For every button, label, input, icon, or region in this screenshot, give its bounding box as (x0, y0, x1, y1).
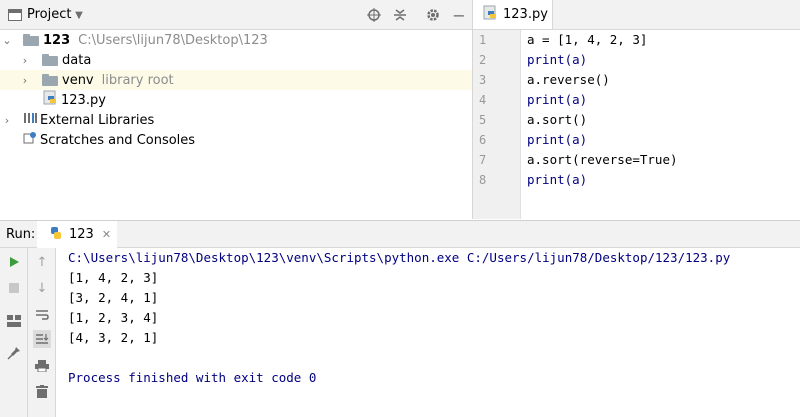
project-panel: Project ▼ − ⌄ 123 C:\Users\lijun78\Deskt… (0, 0, 472, 219)
soft-wrap-icon[interactable] (33, 306, 51, 324)
project-window-icon (6, 6, 24, 24)
tree-item-venv[interactable]: › venv library root (0, 70, 472, 90)
trash-icon[interactable] (33, 382, 51, 400)
tree-item-data[interactable]: › data (0, 50, 472, 70)
tree-item-label: External Libraries (40, 112, 155, 128)
console-output[interactable]: C:\Users\lijun78\Desktop\123\venv\Script… (57, 248, 800, 417)
tab-123-py[interactable]: 123.py (473, 0, 553, 29)
chevron-right-icon[interactable]: › (19, 54, 31, 67)
folder-icon (42, 54, 58, 66)
line-number: 1 (479, 33, 487, 47)
console-line: [4, 3, 2, 1] (68, 330, 159, 345)
run-toolbar-primary (0, 248, 28, 417)
editor: 123.py 1 2 3 4 5 6 7 8 a = [1, 4, 2, 3] … (473, 0, 800, 219)
console-line: [1, 2, 3, 4] (68, 310, 159, 325)
tree-item-123-py[interactable]: 123.py (0, 90, 472, 110)
line-number: 6 (479, 133, 487, 147)
run-header: Run: 123 ✕ (0, 220, 800, 248)
project-title[interactable]: Project (27, 7, 71, 22)
line-gutter: 1 2 3 4 5 6 7 8 (473, 30, 521, 219)
arrow-up-icon[interactable]: ↑ (33, 253, 51, 271)
code-line[interactable]: print(a) (527, 52, 587, 67)
run-toolbar-secondary: ↑ ↓ (28, 248, 56, 417)
collapse-all-icon[interactable] (391, 6, 409, 24)
line-number: 5 (479, 113, 487, 127)
stop-icon[interactable] (5, 279, 23, 297)
console-exit-message: Process finished with exit code 0 (68, 370, 317, 385)
project-toolbar: Project ▼ − (0, 0, 472, 30)
line-number: 2 (479, 53, 487, 67)
tree-item-label: 123 (43, 32, 71, 48)
run-tab-123[interactable]: 123 ✕ (37, 221, 117, 248)
tree-item-label: Scratches and Consoles (40, 132, 196, 148)
tree-item-label: data (62, 52, 92, 68)
tree-item-external-libraries[interactable]: › External Libraries (0, 110, 472, 130)
layout-icon[interactable] (5, 312, 23, 330)
chevron-right-icon[interactable]: › (19, 74, 31, 87)
run-tab-label: 123 (69, 227, 94, 242)
code-line[interactable]: a.sort() (527, 112, 587, 127)
scroll-to-end-icon[interactable] (33, 330, 51, 348)
tree-item-scratches[interactable]: Scratches and Consoles (0, 130, 472, 150)
libraries-icon (23, 112, 37, 128)
code-line[interactable]: print(a) (527, 92, 587, 107)
code-line[interactable]: a.reverse() (527, 72, 610, 87)
close-icon[interactable]: ✕ (102, 228, 111, 241)
tree-item-note: library root (101, 72, 174, 88)
code-line[interactable]: a.sort(reverse=True) (527, 152, 678, 167)
editor-tab-bar: 123.py (473, 0, 800, 30)
tree-item-label: venv (62, 72, 94, 88)
line-number: 3 (479, 73, 487, 87)
run-label: Run: (6, 227, 36, 242)
line-number: 4 (479, 93, 487, 107)
console-command-line: C:\Users\lijun78\Desktop\123\venv\Script… (68, 250, 731, 265)
tree-item-project-root[interactable]: ⌄ 123 C:\Users\lijun78\Desktop\123 (0, 30, 472, 50)
console-line: [3, 2, 4, 1] (68, 290, 159, 305)
line-number: 7 (479, 153, 487, 167)
rerun-icon[interactable] (5, 253, 23, 271)
code-line[interactable]: a = [1, 4, 2, 3] (527, 32, 647, 47)
tree-item-label: 123.py (61, 92, 106, 108)
folder-icon (42, 74, 58, 86)
python-file-icon (43, 90, 57, 110)
locate-icon[interactable] (365, 6, 383, 24)
chevron-right-icon[interactable]: › (1, 114, 13, 127)
tab-label: 123.py (503, 7, 548, 22)
folder-icon (23, 34, 39, 46)
pin-icon[interactable] (5, 344, 23, 362)
python-file-icon (483, 5, 497, 25)
scratches-icon (23, 131, 37, 149)
chevron-down-icon[interactable]: ⌄ (1, 34, 13, 47)
line-number: 8 (479, 173, 487, 187)
console-line: [1, 4, 2, 3] (68, 270, 159, 285)
code-line[interactable]: print(a) (527, 132, 587, 147)
gear-icon[interactable] (424, 6, 442, 24)
tree-item-path: C:\Users\lijun78\Desktop\123 (78, 32, 268, 48)
arrow-down-icon[interactable]: ↓ (33, 279, 51, 297)
python-icon (49, 226, 63, 244)
code-line[interactable]: print(a) (527, 172, 587, 187)
print-icon[interactable] (33, 357, 51, 375)
chevron-down-icon[interactable]: ▼ (70, 6, 88, 24)
hide-icon[interactable]: − (450, 6, 468, 25)
